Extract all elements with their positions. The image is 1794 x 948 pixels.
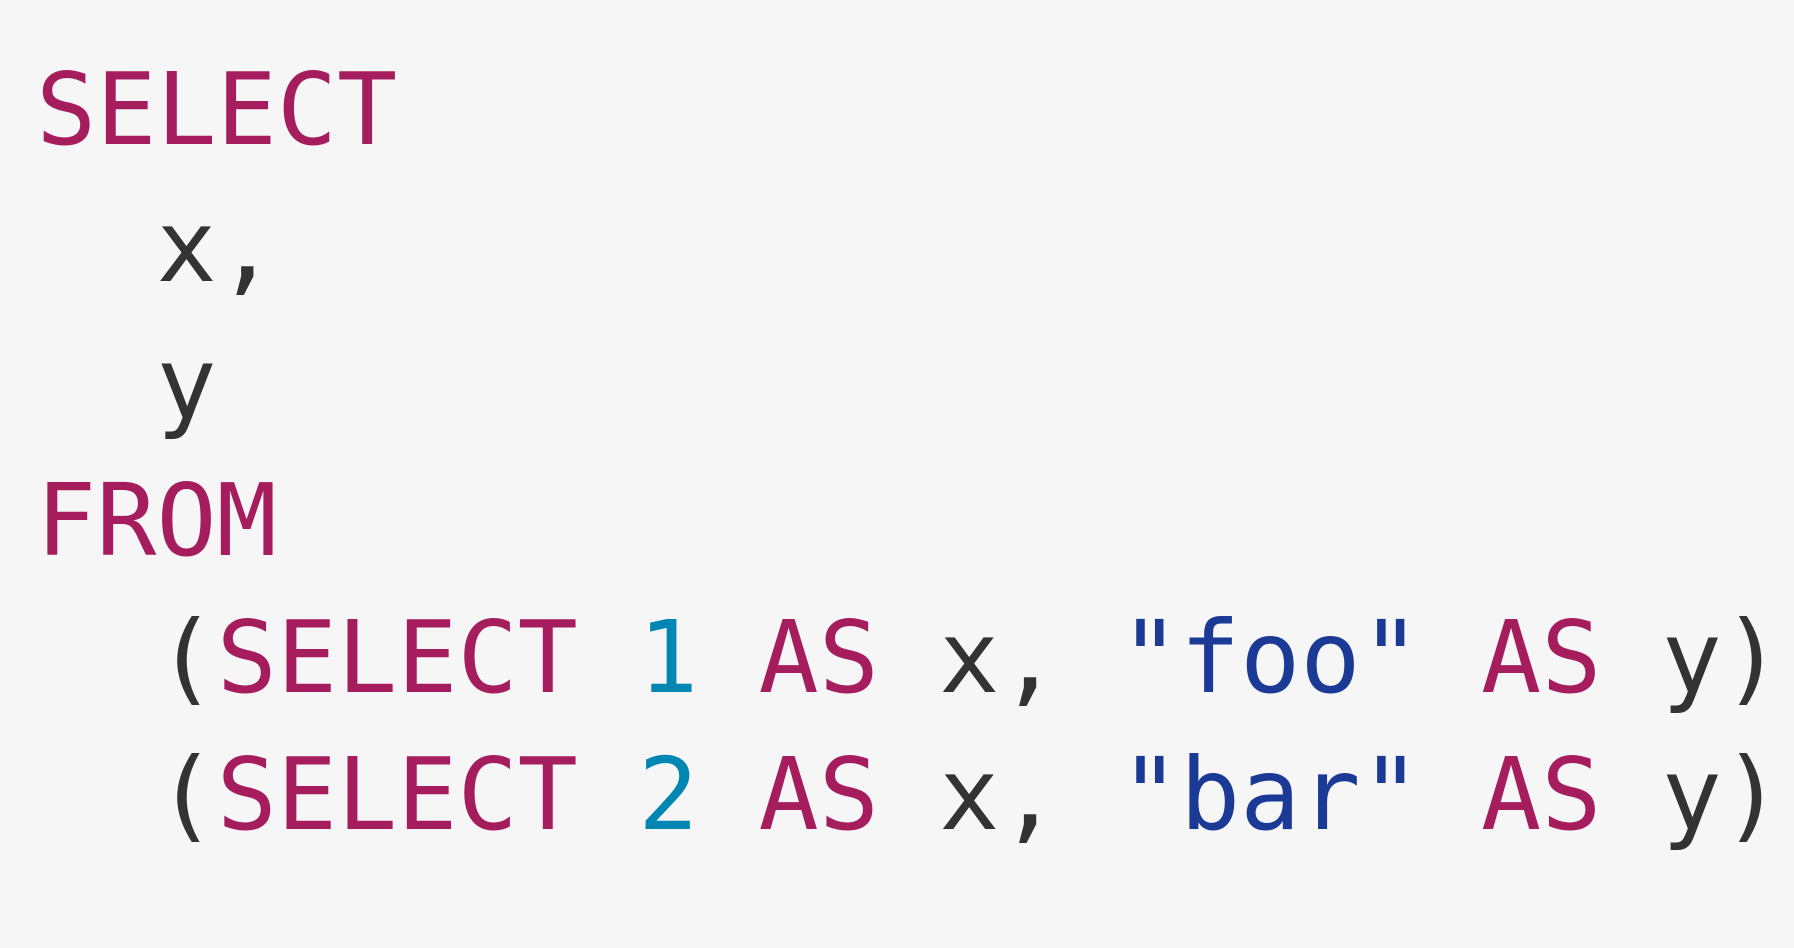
string-token: "bar" — [1119, 736, 1421, 853]
plain-token: ( — [36, 736, 217, 853]
plain-token: y — [36, 325, 217, 442]
plain-token: x, — [36, 188, 277, 305]
keyword-token: FROM — [36, 462, 277, 579]
code-line-1: SELECT — [36, 41, 1794, 178]
plain-token: ( — [36, 599, 217, 716]
plain-token: y), — [1661, 599, 1794, 716]
keyword-token: SELECT — [216, 736, 578, 853]
code-line-2: x, — [36, 178, 1794, 315]
keyword-token: AS — [758, 599, 879, 716]
code-line-4: FROM — [36, 452, 1794, 589]
sql-code-block: SELECT x, y FROM (SELECT 1 AS x, "foo" AS… — [36, 41, 1794, 863]
number-token: 2 — [638, 736, 699, 853]
plain-token: x, — [878, 736, 1120, 853]
plain-token: y) — [1601, 736, 1783, 853]
keyword-token: SELECT — [36, 51, 398, 168]
keyword-token: AS — [758, 736, 879, 853]
plain-token: x, — [878, 599, 1120, 716]
code-line-3: y — [36, 315, 1794, 452]
keyword-token: AS — [1481, 736, 1602, 853]
keyword-token: SELECT — [216, 599, 578, 716]
code-line-5: (SELECT 1 AS x, "foo" AS y), — [36, 589, 1794, 726]
number-token: 1 — [638, 599, 699, 716]
keyword-token: AS — [1481, 599, 1602, 716]
code-line-6: (SELECT 2 AS x, "bar" AS y) — [36, 726, 1794, 863]
string-token: "foo" — [1119, 599, 1421, 716]
